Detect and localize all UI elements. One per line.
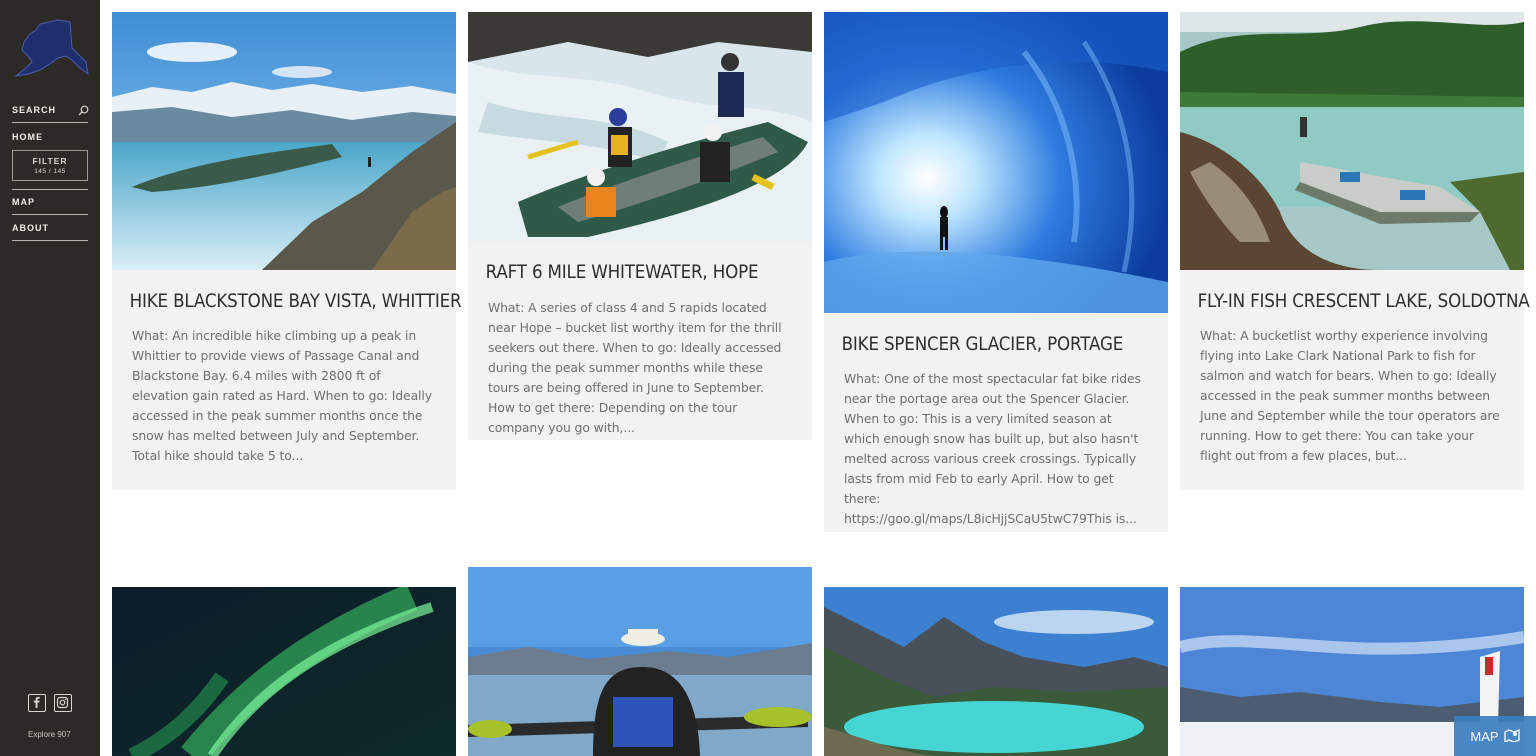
divider	[12, 240, 88, 241]
card-photo[interactable]	[112, 12, 456, 270]
facebook-icon[interactable]	[28, 694, 46, 712]
sidebar: SEARCH HOME FILTER 145 / 145 MAP ABOUT E…	[0, 0, 100, 756]
map-button-label: MAP	[1470, 728, 1499, 744]
card-excerpt: What: An incredible hike climbing up a p…	[132, 328, 432, 463]
map-icon	[1503, 728, 1520, 745]
map-button[interactable]: MAP	[1454, 716, 1536, 756]
card-title[interactable]: BIKE SPENCER GLACIER, PORTAGE	[824, 331, 1127, 357]
card-title[interactable]: RAFT 6 MILE WHITEWATER, HOPE	[468, 259, 771, 285]
card-excerpt: What: A bucketlist worthy experience inv…	[1200, 328, 1500, 463]
activity-card[interactable]: BIKE SPENCER GLACIER, PORTAGE What: One …	[824, 12, 1168, 532]
home-link[interactable]: HOME	[12, 132, 88, 142]
divider	[12, 189, 88, 190]
search-icon	[78, 105, 89, 116]
card-excerpt: What: One of the most spectacular fat bi…	[844, 371, 1141, 526]
search-link[interactable]: SEARCH	[12, 105, 89, 116]
card-excerpt: What: A series of class 4 and 5 rapids l…	[488, 300, 782, 435]
map-link[interactable]: MAP	[12, 197, 88, 207]
card-photo[interactable]	[1180, 12, 1524, 270]
card-photo[interactable]	[824, 12, 1168, 313]
activity-card[interactable]: RAFT 6 MILE WHITEWATER, HOPE What: A ser…	[468, 12, 812, 440]
filter-label: FILTER	[32, 156, 68, 166]
divider	[12, 122, 88, 123]
activity-card[interactable]: FLY-IN FISH CRESCENT LAKE, SOLDOTNA What…	[1180, 12, 1530, 490]
card-title[interactable]: FLY-IN FISH CRESCENT LAKE, SOLDOTNA	[1180, 288, 1530, 314]
card-photo[interactable]	[112, 587, 456, 756]
card-photo[interactable]	[468, 12, 812, 241]
card-photo[interactable]	[824, 587, 1168, 756]
search-label: SEARCH	[12, 105, 57, 115]
instagram-icon[interactable]	[54, 694, 72, 712]
card-photo[interactable]	[468, 567, 812, 756]
about-link[interactable]: ABOUT	[12, 223, 88, 233]
card-title[interactable]: HIKE BLACKSTONE BAY VISTA, WHITTIER	[112, 288, 462, 314]
filter-button[interactable]: FILTER 145 / 145	[12, 150, 88, 181]
alaska-logo-icon[interactable]	[10, 18, 90, 78]
divider	[12, 214, 88, 215]
activity-card[interactable]: HIKE BLACKSTONE BAY VISTA, WHITTIER What…	[112, 12, 462, 490]
filter-count: 145 / 145	[34, 168, 66, 175]
brand-name: Explore 907	[28, 730, 71, 739]
